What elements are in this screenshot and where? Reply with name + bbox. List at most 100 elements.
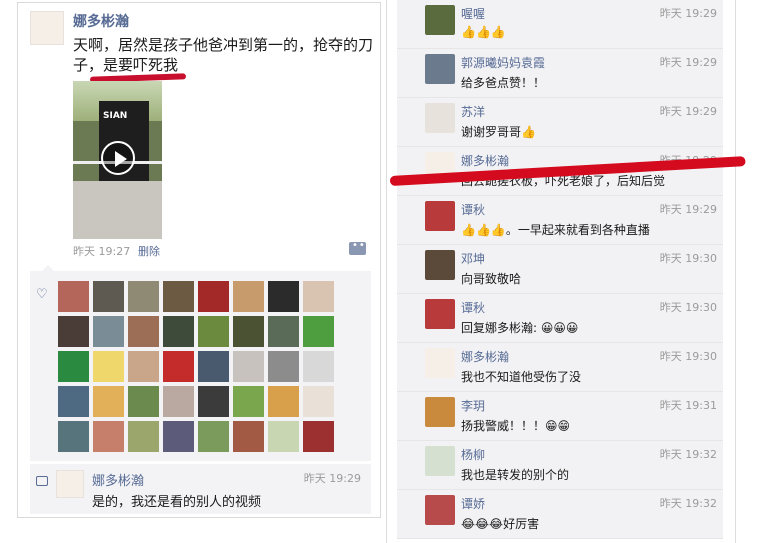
commenter-avatar[interactable] — [425, 54, 455, 84]
heart-icon: ♡ — [36, 287, 48, 302]
like-avatar[interactable] — [163, 281, 194, 312]
comment-text: 谢谢罗哥哥👍 — [461, 125, 536, 139]
like-avatar[interactable] — [128, 386, 159, 417]
comment-row[interactable]: 喔喔 昨天 19:29 👍👍👍 — [397, 0, 723, 49]
like-avatar[interactable] — [93, 351, 124, 382]
reply-section: 娜多彬瀚 昨天 19:29 是的，我还是看的别人的视频 — [30, 464, 371, 514]
post-video-thumbnail[interactable]: SIAN — [73, 81, 162, 239]
commenter-name[interactable]: 谭娇 — [461, 495, 485, 512]
reply-author-name[interactable]: 娜多彬瀚 — [92, 470, 144, 489]
like-avatar[interactable] — [268, 316, 299, 347]
like-avatar[interactable] — [58, 316, 89, 347]
commenter-avatar[interactable] — [425, 348, 455, 378]
commenter-name[interactable]: 郭源曦妈妈袁霞 — [461, 54, 545, 71]
like-avatar[interactable] — [233, 351, 264, 382]
post-time: 昨天 19:27 — [73, 245, 131, 258]
like-avatar[interactable] — [198, 316, 229, 347]
commenter-avatar[interactable] — [425, 250, 455, 280]
like-avatar[interactable] — [268, 421, 299, 452]
like-avatar[interactable] — [163, 386, 194, 417]
comment-row[interactable]: 娜多彬瀚 昨天 19:30 我也不知道他受伤了没 — [397, 343, 723, 392]
comment-time: 昨天 19:30 — [659, 301, 717, 314]
commenter-name[interactable]: 娜多彬瀚 — [461, 348, 509, 365]
comment-time: 昨天 19:32 — [659, 448, 717, 461]
commenter-avatar[interactable] — [425, 299, 455, 329]
comment-row[interactable]: 李玥 昨天 19:31 扬我警威！！！😁😁 — [397, 392, 723, 441]
like-avatar[interactable] — [303, 421, 334, 452]
like-avatar[interactable] — [58, 386, 89, 417]
comment-row[interactable]: 谭娇 昨天 19:32 😂😂😂好厉害 — [397, 490, 723, 539]
commenter-avatar[interactable] — [425, 397, 455, 427]
comment-text: 给多爸点赞！！ — [461, 76, 546, 90]
like-avatar[interactable] — [58, 281, 89, 312]
like-avatar[interactable] — [303, 281, 334, 312]
like-avatar[interactable] — [198, 351, 229, 382]
commenter-avatar[interactable] — [425, 103, 455, 133]
like-avatar[interactable] — [93, 386, 124, 417]
comment-more-icon[interactable] — [349, 240, 366, 255]
post-avatar[interactable] — [30, 11, 64, 45]
like-avatar[interactable] — [128, 351, 159, 382]
comment-text: 👍👍👍 — [461, 25, 506, 39]
commenter-avatar[interactable] — [425, 446, 455, 476]
like-avatar[interactable] — [58, 421, 89, 452]
commenter-name[interactable]: 苏洋 — [461, 103, 485, 120]
like-avatar[interactable] — [163, 421, 194, 452]
commenter-name[interactable]: 喔喔 — [461, 5, 485, 22]
like-avatar[interactable] — [233, 386, 264, 417]
reply-time: 昨天 19:29 — [303, 472, 361, 485]
like-avatar[interactable] — [233, 281, 264, 312]
commenter-name[interactable]: 邓坤 — [461, 250, 485, 267]
comment-time: 昨天 19:29 — [659, 105, 717, 118]
like-avatar[interactable] — [303, 351, 334, 382]
commenter-name[interactable]: 谭秋 — [461, 201, 485, 218]
commenter-name[interactable]: 娜多彬瀚 — [461, 152, 509, 169]
comment-text: 😂😂😂好厉害 — [461, 517, 540, 531]
comment-time: 昨天 19:30 — [659, 350, 717, 363]
commenter-name[interactable]: 谭秋 — [461, 299, 485, 316]
like-avatar[interactable] — [93, 316, 124, 347]
post-text: 天啊，居然是孩子他爸冲到第一的，抢夺的刀子，是要吓死我 — [73, 36, 374, 74]
like-avatar[interactable] — [163, 351, 194, 382]
comment-row[interactable]: 杨柳 昨天 19:32 我也是转发的别个的 — [397, 441, 723, 490]
comment-row[interactable]: 郭源曦妈妈袁霞 昨天 19:29 给多爸点赞！！ — [397, 49, 723, 98]
comment-text: 扬我警威！！！😁😁 — [461, 419, 571, 433]
comment-time: 昨天 19:32 — [659, 497, 717, 510]
like-avatar[interactable] — [233, 421, 264, 452]
play-icon[interactable] — [101, 141, 135, 175]
like-avatar[interactable] — [93, 421, 124, 452]
reply-avatar[interactable] — [56, 470, 84, 498]
commenter-name[interactable]: 杨柳 — [461, 446, 485, 463]
like-avatar[interactable] — [128, 316, 159, 347]
screenshot-root: 娜多彬瀚 天啊，居然是孩子他爸冲到第一的，抢夺的刀子，是要吓死我 SIAN 昨天… — [0, 0, 764, 543]
commenter-name[interactable]: 李玥 — [461, 397, 485, 414]
likes-section: ♡ — [30, 265, 371, 461]
comment-row[interactable]: 谭秋 昨天 19:29 👍👍👍。一早起来就看到各种直播 — [397, 196, 723, 245]
like-avatar[interactable] — [233, 316, 264, 347]
like-avatar[interactable] — [163, 316, 194, 347]
comment-row[interactable]: 谭秋 昨天 19:30 回复娜多彬瀚: 😀😀😀 — [397, 294, 723, 343]
like-avatar[interactable] — [58, 351, 89, 382]
commenter-avatar[interactable] — [425, 5, 455, 35]
like-avatar[interactable] — [268, 281, 299, 312]
like-avatar[interactable] — [198, 281, 229, 312]
like-avatar[interactable] — [128, 421, 159, 452]
like-avatar[interactable] — [198, 386, 229, 417]
comment-row[interactable]: 邓坤 昨天 19:30 向哥致敬哈 — [397, 245, 723, 294]
like-avatar[interactable] — [268, 386, 299, 417]
like-avatar[interactable] — [198, 421, 229, 452]
post-author-name[interactable]: 娜多彬瀚 — [73, 11, 129, 31]
comment-text: 👍👍👍。一早起来就看到各种直播 — [461, 223, 650, 237]
comment-row[interactable]: 苏洋 昨天 19:29 谢谢罗哥哥👍 — [397, 98, 723, 147]
comment-time: 昨天 19:31 — [659, 399, 717, 412]
commenter-avatar[interactable] — [425, 201, 455, 231]
like-avatar[interactable] — [303, 386, 334, 417]
like-avatar[interactable] — [128, 281, 159, 312]
like-avatar[interactable] — [303, 316, 334, 347]
like-avatar[interactable] — [268, 351, 299, 382]
commenter-avatar[interactable] — [425, 495, 455, 525]
delete-link[interactable]: 删除 — [138, 243, 160, 259]
comment-text: 向哥致敬哈 — [461, 272, 522, 286]
comment-bubble-icon — [36, 476, 48, 486]
like-avatar[interactable] — [93, 281, 124, 312]
